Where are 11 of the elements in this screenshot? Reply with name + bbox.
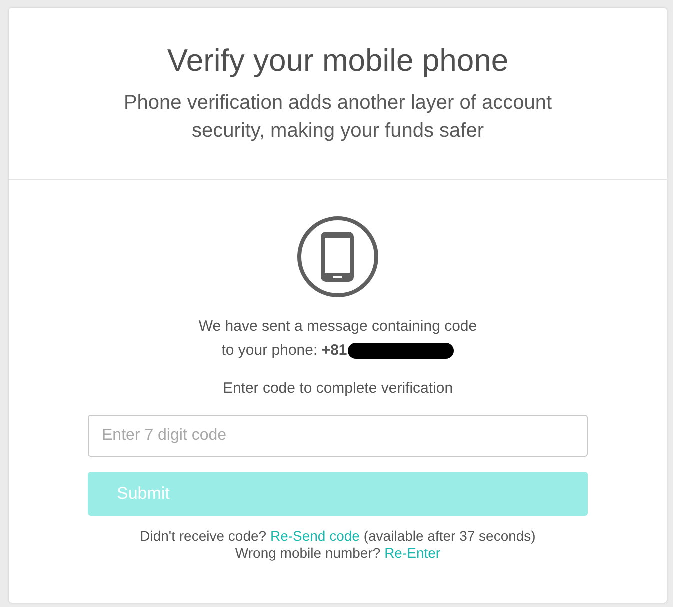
instruction-text: Enter code to complete verification xyxy=(222,380,454,397)
message-text: We have sent a message containing code xyxy=(198,317,478,337)
re-enter-link[interactable]: Re-Enter xyxy=(384,545,441,561)
page-title: Verify your mobile phone xyxy=(166,43,510,79)
reenter-note: Wrong mobile number? Re-Enter xyxy=(235,545,441,561)
phone-number-text: to your phone: +81 xyxy=(222,341,348,361)
subtitle: Phone verification adds another layer of account security, making your funds safer xyxy=(122,91,554,144)
code-input-field[interactable]: Enter 7 digit code xyxy=(88,415,588,457)
resend-code-link[interactable]: Re-Send code xyxy=(270,528,360,544)
resend-note: Didn't receive code? Re-Send code (available after 37 seconds) xyxy=(140,528,536,544)
mobile-phone-icon xyxy=(297,216,379,298)
